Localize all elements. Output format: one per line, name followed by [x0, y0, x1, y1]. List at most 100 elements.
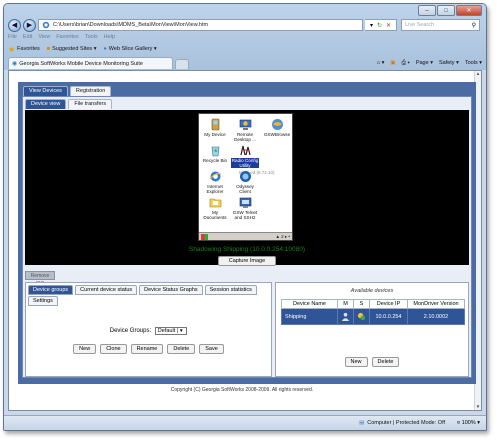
icon-label: GSW Telnet and SSH2: [232, 210, 258, 220]
tab-current-device-status[interactable]: Current device status: [75, 285, 138, 295]
clone-group-button[interactable]: Clone: [100, 344, 127, 354]
tools-menu[interactable]: Tools ▾: [465, 60, 482, 66]
zoom-level[interactable]: ¤ 100% ▾: [457, 420, 480, 426]
person-icon: [341, 312, 350, 321]
window-controls: – □ ✕: [417, 5, 482, 16]
my-device-shortcut[interactable]: My Device: [201, 118, 229, 137]
home-icon[interactable]: ⌂ ▾: [377, 60, 385, 66]
gswbrowse-shortcut[interactable]: GSWBrowse: [263, 118, 291, 137]
back-button[interactable]: ◀: [8, 18, 21, 32]
device-groups-label: Device Groups:: [109, 328, 152, 334]
page-tab-label: Georgia SoftWorks Mobile Device Monitori…: [19, 60, 143, 67]
icon-label: Internet Explorer: [206, 184, 224, 194]
search-input[interactable]: Live Search: [405, 22, 472, 28]
icon-label: Odyssey Client: [236, 184, 254, 194]
device-groups-select[interactable]: Default ▼: [154, 327, 188, 335]
gsw-telnet-icon: [239, 197, 251, 208]
device-view-tabs: Device view File transfers: [25, 99, 114, 109]
delete-group-button[interactable]: Delete: [167, 344, 196, 354]
suggested-sites-link[interactable]: ■ Suggested Sites ▾: [47, 46, 97, 52]
delete-device-button[interactable]: Delete: [371, 357, 400, 367]
web-slice-link[interactable]: ● Web Slice Gallery ▾: [103, 46, 156, 52]
col-device-name: Device Name: [281, 299, 338, 309]
my-documents-shortcut[interactable]: My Documents: [201, 196, 229, 220]
tab-device-status-graphs[interactable]: Device Status Graphs: [139, 285, 203, 295]
device-groups-row: Device Groups: Default ▼: [26, 327, 271, 335]
available-devices-title: Available devices: [350, 288, 394, 294]
tab-view-devices[interactable]: View Devices: [23, 86, 68, 96]
menu-bar: File Edit View Favorites Tools Help: [8, 34, 121, 42]
safety-menu[interactable]: Safety ▾: [439, 60, 459, 66]
print-icon[interactable]: ⎙ ▾: [402, 60, 410, 67]
icon-label: My Device: [204, 132, 226, 137]
minimize-button[interactable]: –: [418, 5, 436, 16]
feeds-icon[interactable]: ▣: [390, 60, 395, 66]
page-menu[interactable]: Page ▾: [416, 60, 433, 66]
favorites-button[interactable]: ★ Favorites: [8, 45, 40, 54]
menu-view[interactable]: View: [38, 34, 50, 42]
view-devices-panel: Device view File transfers My Device Rem…: [22, 96, 472, 378]
tab-device-view[interactable]: Device view: [25, 99, 67, 109]
maximize-button[interactable]: □: [437, 5, 455, 16]
remove-button[interactable]: Remove SIG: [25, 271, 55, 287]
close-button[interactable]: ✕: [456, 5, 482, 16]
internet-explorer-shortcut[interactable]: Internet Explorer: [201, 170, 229, 194]
tab-file-transfers[interactable]: File transfers: [68, 99, 113, 109]
favorites-label: Favorites: [17, 46, 40, 52]
search-icon[interactable]: ⚲: [472, 22, 476, 29]
mondriver-version-cell: 2.10.0002: [407, 308, 465, 325]
menu-file[interactable]: File: [8, 34, 17, 42]
table-row[interactable]: Shipping 10.0.0.254 2.10.0002: [281, 308, 465, 325]
stop-icon[interactable]: ✕: [386, 22, 391, 29]
new-group-button[interactable]: New: [73, 344, 97, 354]
tab-session-statistics[interactable]: Session statistics: [204, 285, 257, 295]
new-tab-button[interactable]: [175, 59, 189, 69]
forward-button[interactable]: ▶: [23, 18, 36, 32]
group-actions: New Clone Rename Delete Save: [26, 344, 271, 354]
new-device-button[interactable]: New: [344, 357, 368, 367]
dropdown-icon[interactable]: ▾: [370, 22, 373, 29]
tray-area: ▲ 2 ▸ •: [275, 233, 290, 239]
security-zone[interactable]: ▤ Computer | Protected Mode: Off: [359, 420, 445, 426]
odyssey-client-shortcut[interactable]: Odyssey Client: [231, 170, 259, 194]
tab-device-groups[interactable]: Device groups: [28, 285, 74, 295]
recycle-bin-shortcut[interactable]: Recycle Bin: [201, 144, 229, 163]
menu-tools[interactable]: Tools: [85, 34, 98, 42]
device-ip-cell: 10.0.0.254: [369, 308, 408, 325]
col-device-ip: Device IP: [369, 299, 408, 309]
icon-label: Radio Config Utility: [231, 158, 259, 168]
radio-config-icon: [239, 145, 251, 156]
gsw-telnet-shortcut[interactable]: GSW Telnet and SSH2: [231, 196, 259, 220]
favorites-bar: ★ Favorites ■ Suggested Sites ▾ ● Web Slice…: [8, 44, 482, 54]
device-screen[interactable]: My Device Remote Desktop ... GSWBrowse R…: [198, 113, 293, 241]
col-mondriver-version: MonDriver Version: [407, 299, 465, 309]
ie-page-icon: [42, 21, 50, 29]
rename-group-button[interactable]: Rename: [130, 344, 164, 354]
radio-config-shortcut[interactable]: Radio Config Utility: [231, 144, 259, 168]
start-icon[interactable]: [201, 233, 208, 240]
tab-registration[interactable]: Registration: [69, 86, 112, 96]
capture-image-button[interactable]: Capture Image: [218, 256, 276, 266]
web-slice-label: Web Slice Gallery ▾: [108, 46, 157, 52]
save-group-button[interactable]: Save: [199, 344, 224, 354]
scroll-up-icon[interactable]: ▲: [475, 71, 481, 77]
address-text: C:\Users\brian\Downloads\MDMS_Beta\MonVi…: [53, 22, 209, 28]
tab-settings[interactable]: Settings: [28, 296, 58, 306]
menu-favorites[interactable]: Favorites: [56, 34, 79, 42]
refresh-icon[interactable]: ↻: [377, 22, 382, 29]
menu-edit[interactable]: Edit: [23, 34, 32, 42]
gswbrowse-icon: [271, 119, 283, 130]
remote-desktop-shortcut[interactable]: Remote Desktop ...: [231, 118, 259, 142]
page-tab[interactable]: ◉ Georgia SoftWorks Mobile Device Monito…: [8, 57, 173, 69]
menu-help[interactable]: Help: [104, 34, 115, 42]
group-tabs: Device groups Current device status Devi…: [28, 285, 271, 307]
address-bar[interactable]: C:\Users\brian\Downloads\MDMS_Beta\MonVi…: [38, 19, 363, 31]
scroll-down-icon[interactable]: ▼: [475, 404, 481, 410]
shadow-status-cell: [353, 308, 370, 325]
chevron-down-icon: ▼: [177, 328, 184, 333]
search-box[interactable]: Live Search ⚲: [401, 19, 480, 31]
available-devices-panel: Available devices Device Name M S Device…: [275, 282, 469, 377]
app-top-tabs: View Devices Registration: [23, 86, 113, 96]
table-header-row: Device Name M S Device IP MonDriver Vers…: [281, 299, 465, 309]
page-favicon: ◉: [12, 61, 18, 67]
